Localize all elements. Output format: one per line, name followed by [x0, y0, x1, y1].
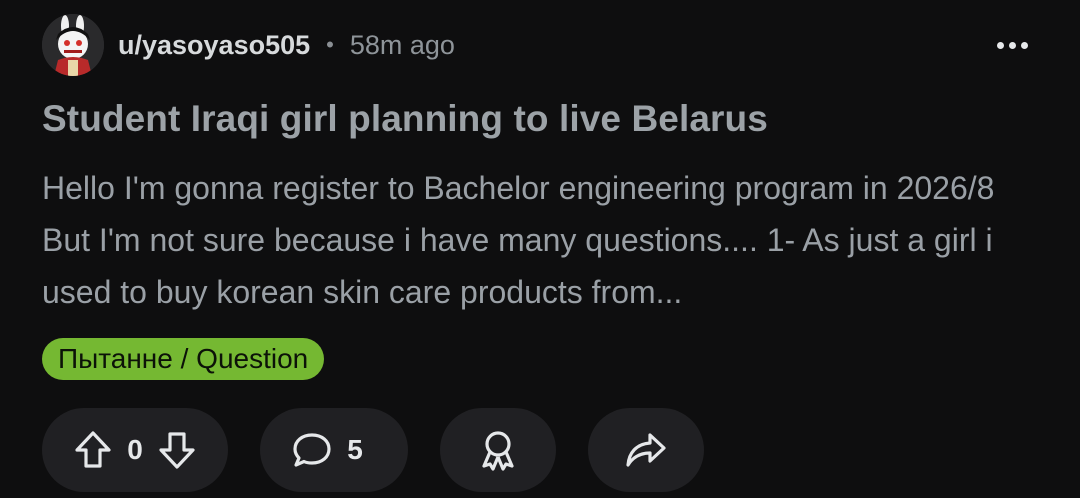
comment-bubble-icon — [291, 429, 333, 471]
award-button[interactable] — [440, 408, 556, 492]
downvote-arrow-icon[interactable] — [157, 429, 197, 471]
post-title[interactable]: Student Iraqi girl planning to live Bela… — [42, 98, 768, 140]
avatar-image — [42, 14, 104, 76]
more-options-icon[interactable] — [988, 28, 1036, 62]
share-arrow-icon — [624, 430, 668, 470]
meta-separator: • — [326, 32, 334, 57]
share-button[interactable] — [588, 408, 704, 492]
upvote-arrow-icon[interactable] — [73, 429, 113, 471]
comments-button[interactable]: 5 — [260, 408, 408, 492]
post-timestamp: 58m ago — [349, 29, 455, 60]
post-actions-bar: 0 5 — [42, 408, 704, 492]
post-body-preview[interactable]: Hello I'm gonna register to Bachelor eng… — [42, 162, 1042, 318]
avatar[interactable] — [42, 14, 104, 76]
more-dot — [996, 41, 1004, 49]
post-flair[interactable]: Пытанне / Question — [42, 338, 325, 380]
vote-group: 0 — [42, 408, 228, 492]
username-link[interactable]: u/yasoyaso505 — [118, 30, 310, 61]
more-dot — [1020, 41, 1028, 49]
post-card[interactable]: u/yasoyaso505 • 58m ago Student Iraqi gi… — [0, 0, 1080, 498]
post-header: u/yasoyaso505 • 58m ago — [42, 14, 455, 76]
award-ribbon-icon — [477, 428, 519, 472]
comment-count: 5 — [347, 434, 363, 465]
more-dot — [1008, 41, 1016, 49]
vote-count: 0 — [127, 434, 143, 465]
